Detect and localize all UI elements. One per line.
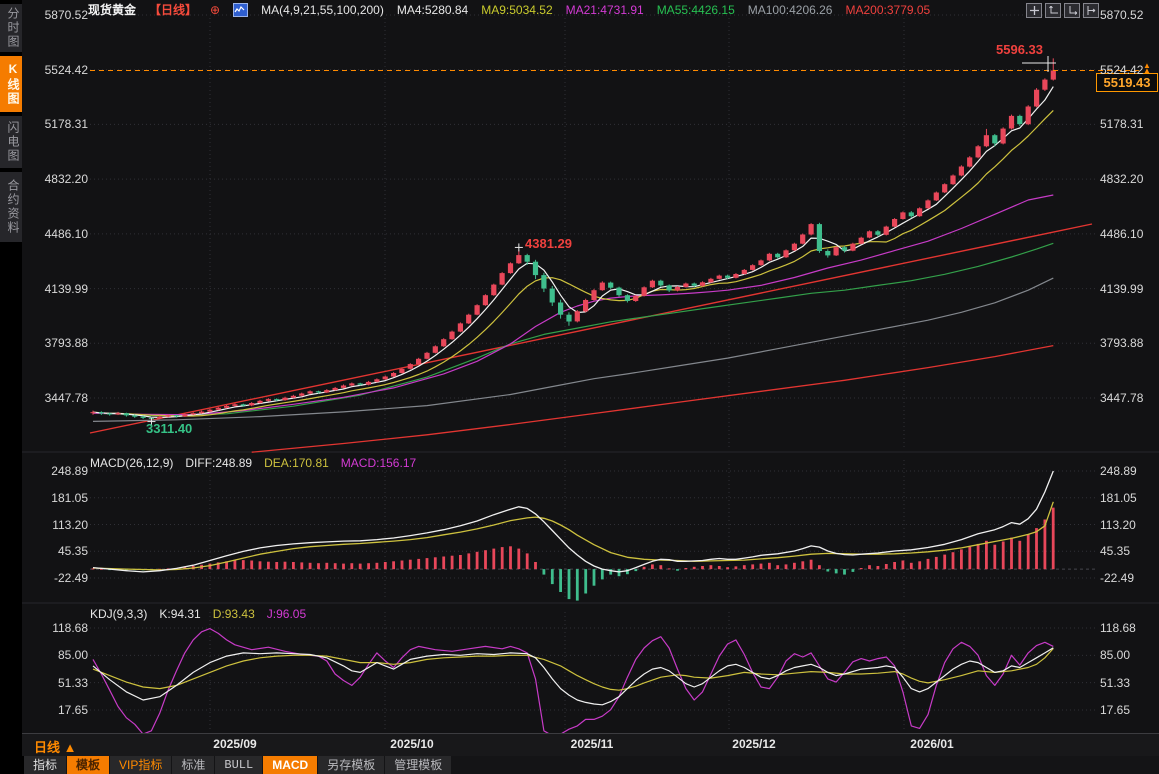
macd-axis-label: 181.05 [30, 491, 88, 505]
toolbar-corner [0, 756, 24, 774]
sidebar-tab-1[interactable]: 分时图 [0, 4, 22, 52]
price-axis-label: 4486.10 [30, 227, 88, 241]
macd-macd-value: MACD:156.17 [341, 456, 416, 470]
kdj-axis-label: 85.00 [30, 648, 88, 662]
kdj-axis-label-right: 17.65 [1100, 703, 1130, 717]
peak-annotation: 4381.29 [525, 236, 572, 251]
sidebar-tab-3[interactable]: 闪电图 [0, 116, 22, 168]
low-annotation: 3311.40 [146, 421, 192, 436]
add-compare-icon[interactable]: ⊕ [210, 3, 220, 17]
macd-axis-label-right: 45.35 [1100, 544, 1130, 558]
kdj-params[interactable]: KDJ(9,3,3) [90, 607, 147, 621]
ma-value-label: MA55:4426.15 [657, 3, 735, 17]
time-axis-label: 2025/12 [719, 737, 789, 751]
kdj-axis-label-right: 51.33 [1100, 676, 1130, 690]
macd-header: MACD(26,12,9) DIFF:248.89 DEA:170.81 MAC… [90, 456, 416, 470]
price-axis-label-right: 3447.78 [1100, 391, 1143, 405]
macd-diff-value: DIFF:248.89 [185, 456, 252, 470]
macd-axis-label: 248.89 [30, 464, 88, 478]
price-axis-label-right: 5178.31 [1100, 117, 1143, 131]
price-axis-label-right: 3793.88 [1100, 336, 1143, 350]
price-axis-label-right: 4832.20 [1100, 172, 1143, 186]
macd-axis-label: -22.49 [30, 571, 88, 585]
sidebar-tab-2[interactable]: K线图 [0, 56, 22, 112]
chart-mode-sidebar: 分时图 K线图闪电图合约资料 [0, 0, 22, 756]
ma-value-label: MA100:4206.26 [748, 3, 833, 17]
price-axis-label-right: 4139.99 [1100, 282, 1143, 296]
chart-toolbar [1026, 3, 1099, 18]
kdj-axis-label: 51.33 [30, 676, 88, 690]
ma-group-label[interactable]: MA(4,9,21,55,100,200) [261, 3, 384, 17]
x-axis-scale-icon[interactable] [1064, 3, 1080, 18]
toolbar-tabs: 指标模板VIP指标标准BULLMACD另存模板管理模板 [24, 756, 452, 774]
symbol-name: 现货黄金 [88, 1, 136, 18]
price-axis-label: 5178.31 [30, 117, 88, 131]
toolbar-tab-BULL[interactable]: BULL [215, 756, 262, 774]
time-axis-label: 2025/09 [200, 737, 270, 751]
time-axis-label: 2025/11 [557, 737, 627, 751]
kdj-d-value: D:93.43 [213, 607, 255, 621]
y-axis-scale-icon[interactable] [1045, 3, 1061, 18]
ma-value-label: MA4:5280.84 [397, 3, 468, 17]
time-axis-label: 2025/10 [377, 737, 447, 751]
toolbar-tab-另存模板[interactable]: 另存模板 [318, 756, 384, 774]
price-axis-label: 3447.78 [30, 391, 88, 405]
kdj-axis-label: 17.65 [30, 703, 88, 717]
macd-axis-label: 113.20 [30, 518, 88, 532]
toolbar-tab-模板[interactable]: 模板 [67, 756, 109, 774]
macd-axis-label-right: 181.05 [1100, 491, 1137, 505]
period-selector[interactable]: 日线 ▲ [34, 737, 76, 756]
pane-shift-icon[interactable] [1083, 3, 1099, 18]
price-axis-label: 3793.88 [30, 336, 88, 350]
toolbar-tab-MACD[interactable]: MACD [263, 756, 317, 774]
time-axis-label: 2026/01 [897, 737, 967, 751]
price-axis-label-right: 5524.42 [1100, 63, 1143, 77]
ma-value-label: MA21:4731.91 [566, 3, 644, 17]
period-tag[interactable]: 【日线】 [149, 1, 197, 18]
macd-params[interactable]: MACD(26,12,9) [90, 456, 173, 470]
price-axis-label: 5524.42 [30, 63, 88, 77]
kdj-axis-label: 118.68 [30, 621, 88, 635]
chart-canvas[interactable] [0, 0, 1159, 774]
price-axis-label-right: 5870.52 [1100, 8, 1143, 22]
kdj-axis-label-right: 85.00 [1100, 648, 1130, 662]
ma-values: MA4:5280.84 MA9:5034.52 MA21:4731.91 MA55:4… [397, 3, 930, 17]
kdj-axis-label-right: 118.68 [1100, 621, 1136, 635]
kdj-k-value: K:94.31 [159, 607, 200, 621]
pan-tool-icon[interactable] [1026, 3, 1042, 18]
macd-dea-value: DEA:170.81 [264, 456, 329, 470]
indicator-toolbar: 指标模板VIP指标标准BULLMACD另存模板管理模板 [0, 756, 1159, 774]
trading-app: 分时图 K线图闪电图合约资料 现货黄金 【日线】 ⊕ MA(4,9,21,55,1… [0, 0, 1159, 774]
macd-axis-label-right: -22.49 [1100, 571, 1134, 585]
kdj-j-value: J:96.05 [267, 607, 306, 621]
toolbar-tab-管理模板[interactable]: 管理模板 [385, 756, 451, 774]
jump-to-latest-icon[interactable]: ▲▲ [1143, 63, 1151, 73]
chart-type-icon[interactable] [233, 3, 248, 17]
price-axis-label: 4832.20 [30, 172, 88, 186]
macd-axis-label-right: 113.20 [1100, 518, 1136, 532]
macd-axis-label: 45.35 [30, 544, 88, 558]
price-axis-label: 4139.99 [30, 282, 88, 296]
price-axis-label: 5870.52 [30, 8, 88, 22]
price-axis-label-right: 4486.10 [1100, 227, 1143, 241]
chart-header: 现货黄金 【日线】 ⊕ MA(4,9,21,55,100,200) MA4:52… [88, 1, 930, 18]
sidebar-tab-4[interactable]: 合约资料 [0, 172, 22, 242]
macd-axis-label-right: 248.89 [1100, 464, 1137, 478]
toolbar-tab-VIP指标[interactable]: VIP指标 [110, 756, 171, 774]
ma-value-label: MA200:3779.05 [845, 3, 930, 17]
toolbar-tab-标准[interactable]: 标准 [172, 756, 214, 774]
ma-value-label: MA9:5034.52 [481, 3, 552, 17]
toolbar-tab-指标[interactable]: 指标 [24, 756, 66, 774]
high-annotation: 5596.33 [996, 42, 1043, 57]
kdj-header: KDJ(9,3,3) K:94.31 D:93.43 J:96.05 [90, 607, 306, 621]
